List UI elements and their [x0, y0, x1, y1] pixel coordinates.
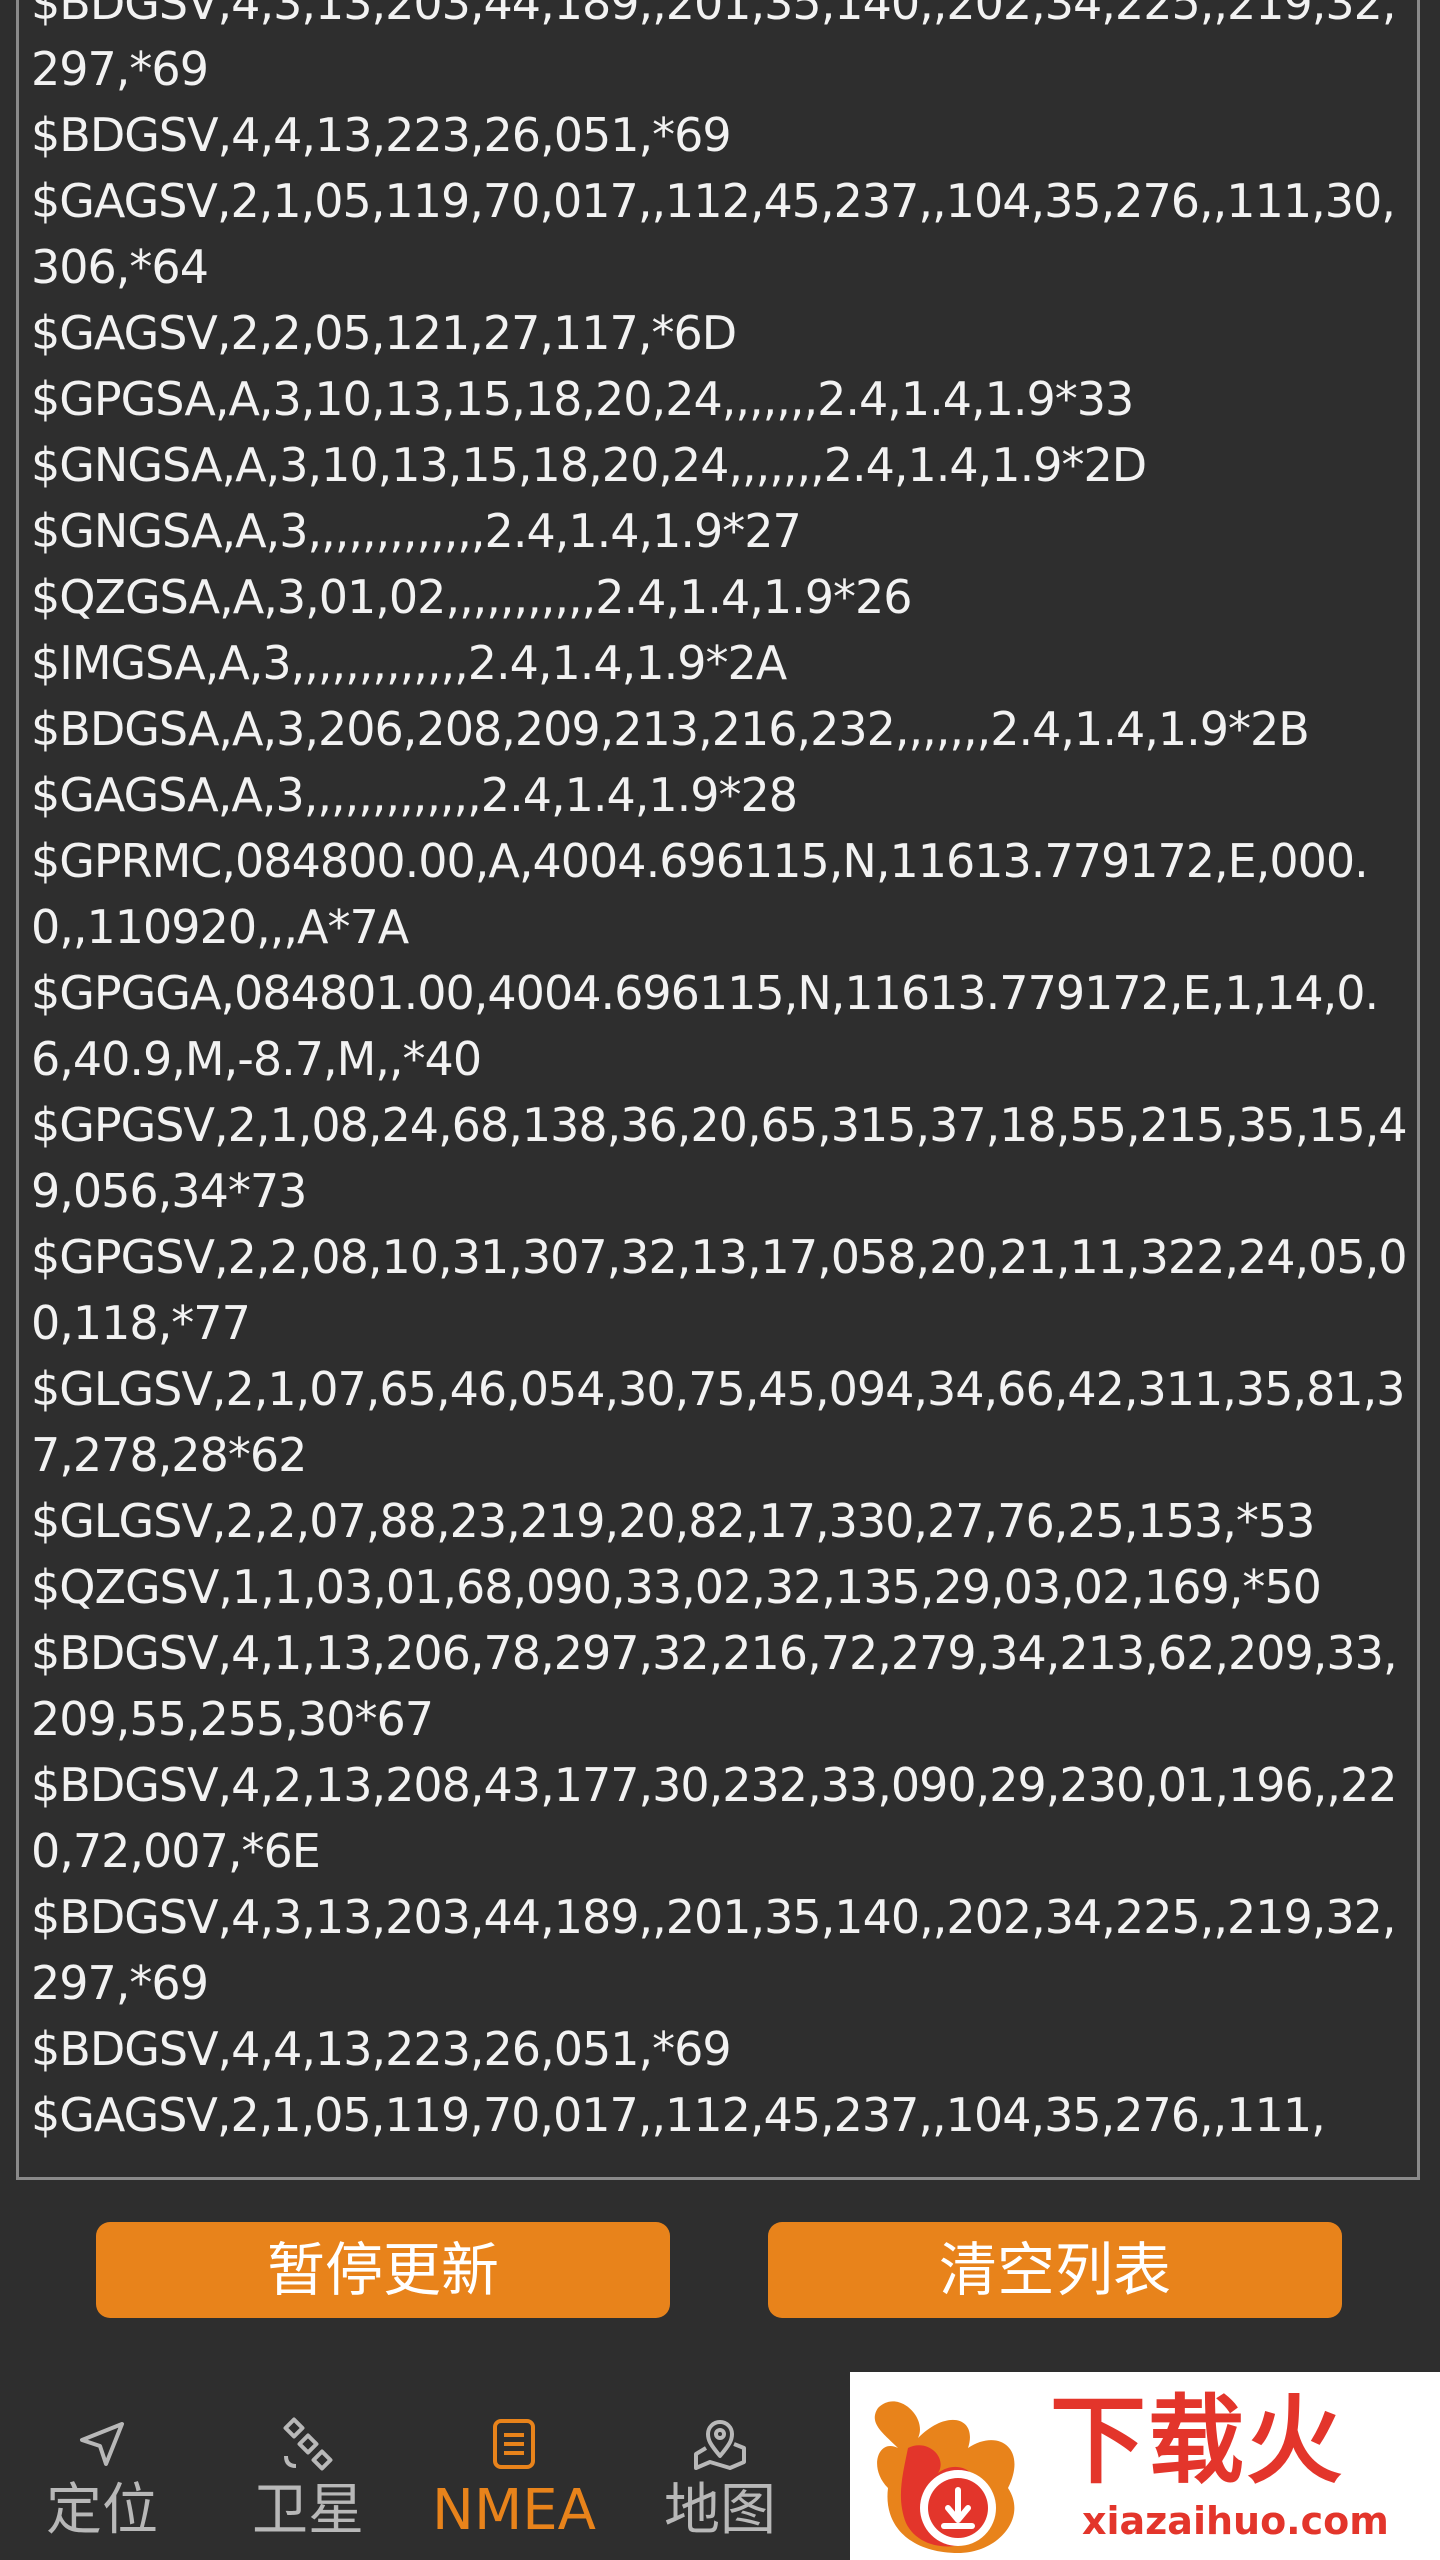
log-line: $GPGSA,A,3,10,13,15,18,20,24,,,,,,,2.4,1… [31, 372, 1134, 426]
log-line: $GLGSV,2,1,07,65,46,054,30,75,45,094,34,… [31, 1362, 1406, 1482]
document-list-icon [493, 2419, 535, 2469]
tab-map[interactable]: 地图 [630, 2380, 810, 2560]
map-pin-icon [694, 2420, 746, 2470]
log-line: $GPGGA,084801.00,4004.696115,N,11613.779… [31, 966, 1379, 1086]
clear-list-button[interactable]: 清空列表 [768, 2222, 1342, 2318]
log-line: $GAGSA,A,3,,,,,,,,,,,,,2.4,1.4,1.9*28 [31, 768, 798, 822]
log-line: $BDGSV,4,3,13,203,44,189,,201,35,140,,20… [31, 1890, 1397, 2010]
watermark-logo: 下载火 xiazaihuo.com [850, 2372, 1440, 2560]
log-line: $GLGSV,2,2,07,88,23,219,20,82,17,330,27,… [31, 1494, 1315, 1548]
log-line: $GNGSA,A,3,10,13,15,18,20,24,,,,,,,2.4,1… [31, 438, 1147, 492]
log-line: $IMGSA,A,3,,,,,,,,,,,,,2.4,1.4,1.9*2A [31, 636, 787, 690]
flame-logo-icon [874, 2401, 1015, 2553]
navigation-arrow-icon [80, 2422, 124, 2466]
nmea-log-list: $BDGSV,4,3,13,203,44,189,,201,35,140,,20… [31, 0, 1411, 2148]
nmea-screen: $BDGSV,4,3,13,203,44,189,,201,35,140,,20… [0, 0, 1440, 2560]
satellite-icon [283, 2417, 333, 2471]
tab-locate[interactable]: 定位 [12, 2380, 192, 2560]
watermark-title: 下载火 [1050, 2385, 1344, 2497]
tab-label: 卫星 [252, 2478, 364, 2543]
log-line: $BDGSA,A,3,206,208,209,213,216,232,,,,,,… [31, 702, 1310, 756]
pause-update-button[interactable]: 暂停更新 [96, 2222, 670, 2318]
log-line: $GPGSV,2,1,08,24,68,138,36,20,65,315,37,… [31, 1098, 1408, 1218]
tab-satellite[interactable]: 卫星 [218, 2380, 398, 2560]
log-line: $BDGSV,4,2,13,208,43,177,30,232,33,090,2… [31, 1758, 1398, 1878]
tab-label: NMEA [432, 2478, 596, 2543]
tab-label: 定位 [46, 2478, 158, 2543]
watermark-url: xiazaihuo.com [1082, 2499, 1389, 2543]
nmea-log-panel[interactable]: $BDGSV,4,3,13,203,44,189,,201,35,140,,20… [16, 0, 1420, 2180]
log-line: $GPGSV,2,2,08,10,31,307,32,13,17,058,20,… [31, 1230, 1408, 1350]
log-line: $BDGSV,4,4,13,223,26,051,*69 [31, 108, 732, 162]
log-line: $GNGSA,A,3,,,,,,,,,,,,,2.4,1.4,1.9*27 [31, 504, 802, 558]
log-line: $BDGSV,4,4,13,223,26,051,*69 [31, 2022, 732, 2076]
log-line: $QZGSA,A,3,01,02,,,,,,,,,,,2.4,1.4,1.9*2… [31, 570, 913, 624]
tab-label: 地图 [664, 2478, 776, 2543]
log-line: $BDGSV,4,3,13,203,44,189,,201,35,140,,20… [31, 0, 1397, 96]
log-line: $GAGSV,2,1,05,119,70,017,,112,45,237,,10… [31, 2088, 1326, 2142]
log-line: $QZGSV,1,1,03,01,68,090,33,02,32,135,29,… [31, 1560, 1322, 1614]
tab-nmea[interactable]: NMEA [424, 2380, 604, 2560]
log-line: $GAGSV,2,1,05,119,70,017,,112,45,237,,10… [31, 174, 1396, 294]
log-line: $BDGSV,4,1,13,206,78,297,32,216,72,279,3… [31, 1626, 1398, 1746]
log-line: $GAGSV,2,2,05,121,27,117,*6D [31, 306, 737, 360]
log-line: $GPRMC,084800.00,A,4004.696115,N,11613.7… [31, 834, 1369, 954]
